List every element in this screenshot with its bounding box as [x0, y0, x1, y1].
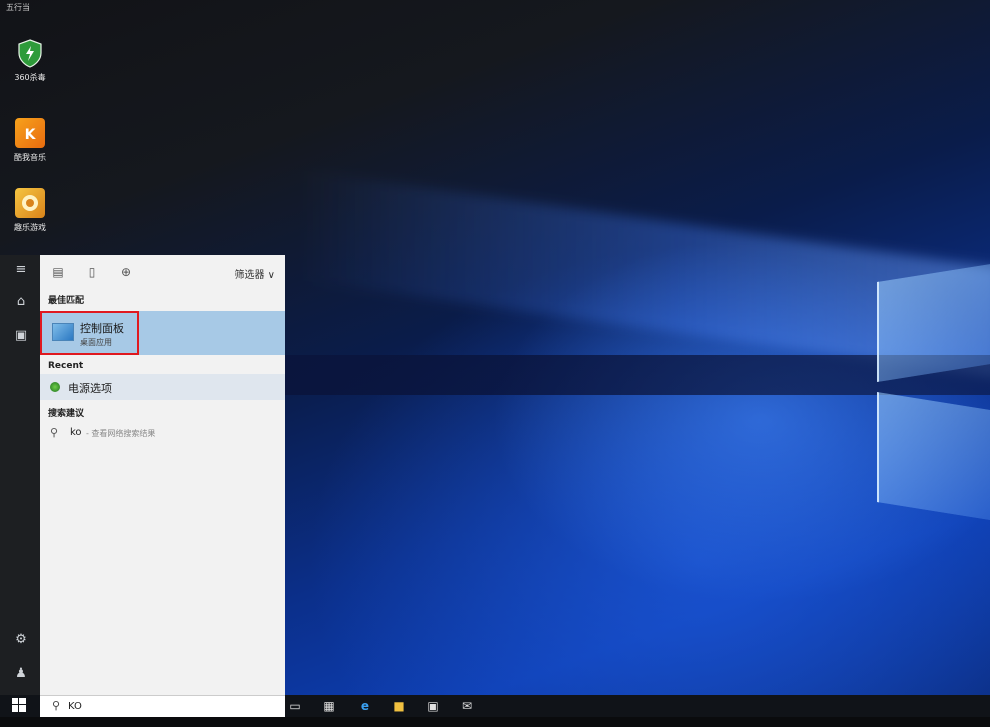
- suggestion-hint: - 查看网络搜索结果: [86, 429, 156, 438]
- svg-text:K: K: [25, 127, 37, 143]
- windows-start-icon[interactable]: [12, 698, 28, 714]
- music-app-icon: K: [15, 118, 45, 148]
- documents-filter-icon[interactable]: ▯: [84, 264, 100, 280]
- filter-dropdown[interactable]: 筛选器 ∨: [235, 266, 276, 281]
- search-filter-bar: ▤ ▯ ⊕ 筛选器 ∨: [40, 255, 285, 289]
- app-icon[interactable]: ▦: [320, 697, 338, 715]
- search-input[interactable]: [68, 699, 268, 714]
- hamburger-icon[interactable]: ≡: [10, 259, 32, 281]
- web-filter-icon[interactable]: ⊕: [118, 264, 134, 280]
- wallpaper-window-pane-top: [877, 263, 990, 382]
- search-suggestion[interactable]: ⚲ ko - 查看网络搜索结果: [40, 422, 285, 444]
- shield-icon: [15, 38, 45, 68]
- home-icon[interactable]: ⌂: [10, 291, 32, 313]
- suggest-header: 搜索建议: [48, 409, 85, 419]
- user-icon[interactable]: ♟: [10, 663, 32, 685]
- desktop-top-label: 五行当: [6, 3, 30, 12]
- suggestion-query: ko: [70, 427, 82, 438]
- desktop-icon-label: 360杀毒: [14, 73, 46, 82]
- file-explorer-icon[interactable]: ■: [390, 697, 408, 715]
- edge-icon[interactable]: e: [356, 697, 374, 715]
- mail-icon[interactable]: ✉: [458, 697, 476, 715]
- power-options-icon: [50, 382, 60, 392]
- desktop-icon-360[interactable]: 360杀毒: [8, 38, 52, 83]
- desktop-icon-label: 趣乐游戏: [14, 223, 46, 232]
- screen-bezel: [0, 717, 990, 727]
- search-icon: ⚲: [50, 426, 59, 439]
- annotation-highlight-box: [40, 311, 139, 355]
- gear-icon[interactable]: ⚙: [10, 629, 32, 651]
- best-match-header: 最佳匹配: [48, 296, 85, 306]
- taskbar-search-box[interactable]: ⚲: [40, 695, 285, 718]
- wallpaper-window-pane-bottom: [877, 392, 990, 521]
- apps-filter-icon[interactable]: ▤: [50, 264, 66, 280]
- recent-header: Recent: [48, 361, 84, 371]
- store-icon[interactable]: ▣: [424, 697, 442, 715]
- documents-icon[interactable]: ▣: [10, 325, 32, 347]
- desktop-icon-kuwo[interactable]: K 酷我音乐: [8, 118, 52, 163]
- desktop-icon-label: 酷我音乐: [14, 153, 46, 162]
- task-view-icon[interactable]: ▭: [286, 697, 304, 715]
- start-menu-rail: ≡ ⌂ ▣ ⚙ ♟: [0, 255, 40, 717]
- desktop-icon-game[interactable]: 趣乐游戏: [8, 188, 52, 233]
- game-app-icon: [15, 188, 45, 218]
- recent-item[interactable]: 电源选项: [40, 374, 285, 400]
- recent-item-label: 电源选项: [68, 382, 112, 395]
- search-icon: ⚲: [52, 699, 61, 712]
